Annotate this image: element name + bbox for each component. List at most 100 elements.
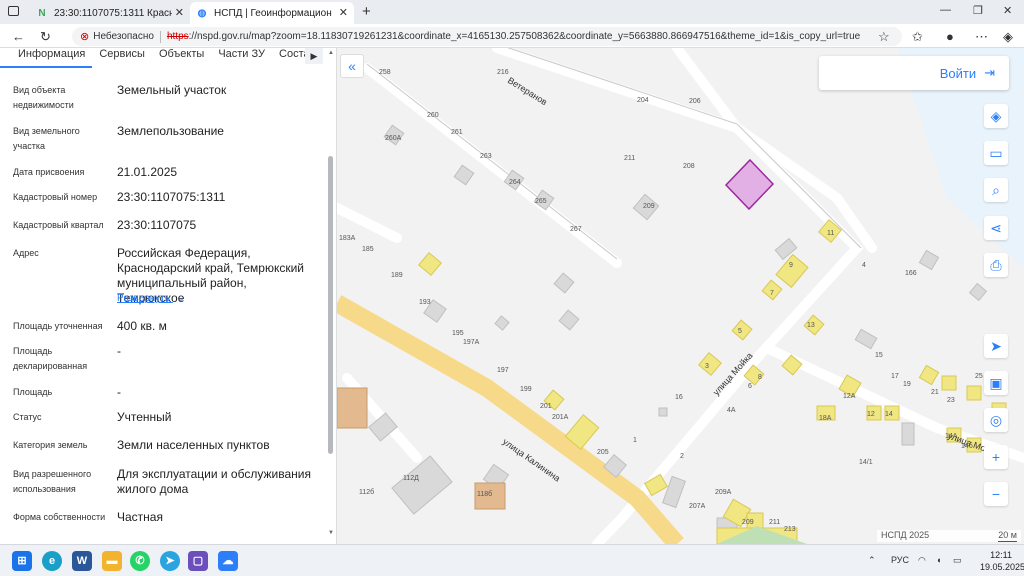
- battery-icon[interactable]: ▭: [953, 555, 962, 566]
- measure-ruler-icon[interactable]: ▭: [984, 141, 1008, 165]
- telegram-icon[interactable]: ➤: [160, 551, 180, 571]
- maximize-icon[interactable]: ❐: [973, 4, 983, 17]
- scale-label: 20 м: [998, 530, 1017, 542]
- share-icon[interactable]: ⋖: [984, 216, 1008, 240]
- edge-icon[interactable]: e: [42, 551, 62, 571]
- print-icon[interactable]: ⎙: [984, 253, 1008, 277]
- volume-icon[interactable]: ◖: [936, 555, 941, 565]
- map-canvas[interactable]: Ветеранов улица Калинина улица Мойка ули…: [337, 48, 1024, 544]
- input-language[interactable]: РУС: [891, 555, 909, 565]
- scroll-up-icon[interactable]: ▲: [328, 50, 334, 56]
- row-label: Адрес: [13, 248, 39, 258]
- explorer-icon[interactable]: ▬: [102, 551, 122, 571]
- svg-text:14: 14: [885, 411, 893, 418]
- svg-text:4А: 4А: [727, 407, 736, 414]
- tab-parts[interactable]: Части ЗУ: [211, 48, 272, 68]
- windows-start-icon[interactable]: ⊞: [12, 551, 32, 571]
- system-clock[interactable]: 12:11 19.05.2025: [980, 549, 1024, 573]
- svg-text:265: 265: [535, 198, 547, 205]
- svg-text:195: 195: [452, 330, 464, 337]
- favorites-icon[interactable]: ✩: [912, 29, 923, 45]
- tabs-next-icon[interactable]: ▶: [305, 48, 323, 64]
- info-panel: Информация Сервисы Объекты Части ЗУ Сост…: [0, 48, 337, 544]
- row-label: Статус: [13, 412, 42, 422]
- expand-link[interactable]: Развернуть ⌄: [117, 293, 185, 304]
- login-button[interactable]: Войти ⇥: [819, 56, 1009, 90]
- menu-icon[interactable]: ⋯: [975, 29, 988, 45]
- word-icon[interactable]: W: [72, 551, 92, 571]
- expand-label[interactable]: Развернуть: [117, 293, 170, 304]
- svg-text:16: 16: [675, 394, 683, 401]
- map-view[interactable]: Ветеранов улица Калинина улица Мойка ули…: [337, 48, 1024, 544]
- url-text: ://nspd.gov.ru/map?zoom=18.1183071926123…: [188, 31, 861, 42]
- refresh-icon[interactable]: ↻: [40, 29, 51, 45]
- attribution-label: НСПД 2025: [881, 530, 930, 540]
- row-label: Площадь уточненная: [13, 321, 103, 331]
- svg-text:193: 193: [419, 299, 431, 306]
- tab-cadastral[interactable]: N 23:30:1107075:1311 Краснодарс ✕: [30, 2, 190, 24]
- row-label: Вид земельного участка: [13, 126, 80, 151]
- svg-text:21: 21: [931, 389, 939, 396]
- row-value: Для эксплуатации и обслуживания жилого д…: [117, 467, 311, 496]
- login-icon[interactable]: ⇥: [984, 65, 995, 81]
- security-label[interactable]: Небезопасно: [93, 31, 154, 42]
- chevron-down-icon[interactable]: ⌄: [177, 293, 185, 304]
- svg-text:2: 2: [680, 453, 684, 460]
- minimize-icon[interactable]: —: [940, 4, 951, 16]
- cloud-app-icon[interactable]: ☁: [218, 551, 238, 571]
- row-label: Вид разрешенного использования: [13, 469, 92, 494]
- tab-services[interactable]: Сервисы: [92, 48, 152, 68]
- tab-title: НСПД | Геоинформационный по: [214, 7, 332, 19]
- nspd-n-icon: N: [38, 7, 46, 19]
- zoom-in-button[interactable]: +: [984, 445, 1008, 469]
- panel-scrollbar[interactable]: [328, 156, 333, 454]
- svg-text:12: 12: [867, 411, 875, 418]
- clock-date: 19.05.2025: [980, 562, 1024, 572]
- svg-text:14б: 14б: [961, 442, 973, 450]
- svg-text:14/1: 14/1: [859, 459, 873, 466]
- nspd-globe-icon: ◍: [197, 7, 207, 19]
- favorite-star-icon[interactable]: ☆: [878, 29, 890, 45]
- zoom-out-button[interactable]: −: [984, 482, 1008, 506]
- tray-chevron-icon[interactable]: ⌃: [868, 555, 876, 566]
- svg-text:25: 25: [975, 373, 983, 380]
- svg-text:199: 199: [520, 386, 532, 393]
- svg-text:207А: 207А: [689, 503, 706, 510]
- whatsapp-icon[interactable]: ✆: [130, 551, 150, 571]
- scroll-down-icon[interactable]: ▼: [328, 530, 334, 536]
- tab-info[interactable]: Информация: [0, 48, 93, 68]
- svg-text:5: 5: [738, 328, 742, 335]
- login-label[interactable]: Войти: [940, 66, 976, 81]
- svg-text:7: 7: [770, 290, 774, 297]
- layers-icon[interactable]: ◈: [984, 104, 1008, 128]
- row-label: Категория земель: [13, 440, 88, 450]
- tab-actions-icon[interactable]: [8, 6, 19, 16]
- new-tab-icon[interactable]: +: [362, 3, 371, 20]
- navigate-icon[interactable]: ➤: [984, 334, 1008, 358]
- select-search-icon[interactable]: ⌕: [984, 178, 1008, 202]
- clock-time: 12:11: [990, 550, 1012, 560]
- row-label: Площадь декларированная: [13, 346, 88, 371]
- tab-nspd[interactable]: ◍ НСПД | Геоинформационный по ✕: [190, 2, 354, 24]
- taskbar: ⊞ e W ▬ ✆ ➤ ▢ ☁ ⌃ РУС ◠ ◖ ▭ 12:11 19.05.…: [0, 544, 1024, 576]
- close-window-icon[interactable]: ✕: [1003, 4, 1012, 17]
- app-icon[interactable]: ▢: [188, 551, 208, 571]
- svg-text:209: 209: [643, 203, 655, 210]
- close-tab-icon[interactable]: ✕: [339, 6, 348, 19]
- svg-text:205: 205: [597, 449, 609, 456]
- close-tab-icon[interactable]: ✕: [175, 6, 184, 19]
- copilot-icon[interactable]: ◈: [1003, 29, 1013, 45]
- svg-text:263: 263: [480, 153, 492, 160]
- back-icon[interactable]: ←: [12, 29, 25, 44]
- address-bar: ← ↻ ⊗ Небезопасно https ://nspd.gov.ru/m…: [0, 24, 1024, 48]
- svg-text:13: 13: [807, 322, 815, 329]
- collapse-panel-button[interactable]: «: [340, 54, 364, 78]
- profile-icon[interactable]: ●: [946, 29, 954, 44]
- locate-icon[interactable]: ◎: [984, 408, 1008, 432]
- svg-text:12А: 12А: [843, 393, 856, 400]
- minimap-icon[interactable]: ▣: [984, 371, 1008, 395]
- svg-text:261: 261: [451, 129, 463, 136]
- url-field[interactable]: ⊗ Небезопасно https ://nspd.gov.ru/map?z…: [72, 27, 902, 46]
- tab-objects[interactable]: Объекты: [152, 48, 211, 68]
- wifi-icon[interactable]: ◠: [918, 555, 926, 566]
